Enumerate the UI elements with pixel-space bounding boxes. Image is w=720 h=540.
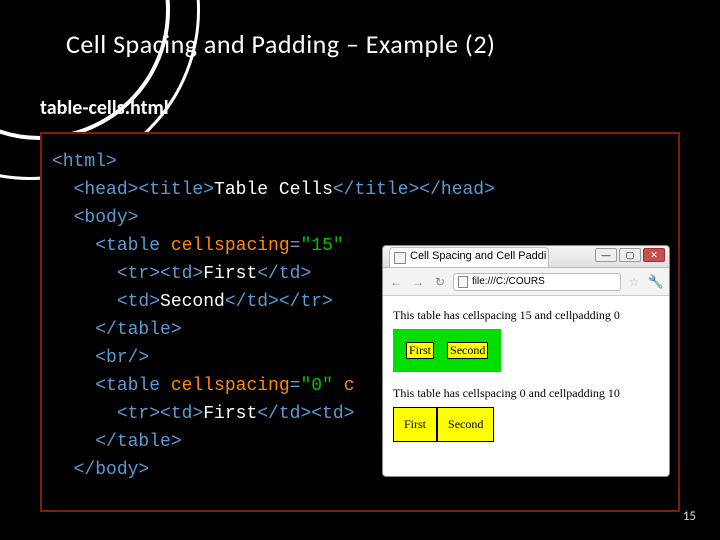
demo-cell: Second <box>437 407 494 442</box>
code-str: "0" <box>300 376 332 396</box>
settings-icon[interactable]: 🔧 <box>647 273 665 291</box>
code-tag: <head><title> <box>74 180 214 200</box>
code-tag: <tr><td> <box>117 264 203 284</box>
table-row: First Second <box>406 342 488 359</box>
slide-title: Cell Spacing and Padding – Example (2) <box>66 28 495 60</box>
code-tag: <body> <box>74 208 139 228</box>
browser-tab[interactable]: Cell Spacing and Cell Paddi <box>389 247 549 267</box>
code-tag: <tr><td> <box>117 404 203 424</box>
demo-cell: First <box>406 342 434 359</box>
code-attr: cellspacing <box>171 236 290 256</box>
code-text: Table Cells <box>214 180 333 200</box>
code-tag: </td><td> <box>257 404 354 424</box>
reload-icon[interactable]: ↻ <box>431 273 449 291</box>
browser-titlebar: Cell Spacing and Cell Paddi — ▢ ✕ <box>383 246 669 268</box>
close-button[interactable]: ✕ <box>643 248 665 262</box>
demo-table-spacing-0: First Second <box>393 407 494 442</box>
code-tag: <td> <box>117 292 160 312</box>
demo-table-spacing-15: First Second <box>393 329 501 372</box>
code-eq: = <box>290 376 301 396</box>
demo-cell: First <box>393 407 437 442</box>
back-icon[interactable]: ← <box>387 273 405 291</box>
file-icon <box>458 276 468 288</box>
code-tag: <br/> <box>95 348 149 368</box>
table-row: First Second <box>393 407 494 442</box>
code-tag: </title></head> <box>333 180 495 200</box>
code-tag: <table <box>95 236 171 256</box>
code-tag: <html> <box>52 152 117 172</box>
forward-icon[interactable]: → <box>409 273 427 291</box>
address-text: file:///C:/COURS <box>472 276 545 287</box>
code-text: Second <box>160 292 225 312</box>
code-tag: </body> <box>74 460 150 480</box>
browser-tab-title: Cell Spacing and Cell Paddi <box>410 250 546 262</box>
address-bar[interactable]: file:///C:/COURS <box>453 273 621 291</box>
code-tag: <table <box>95 376 171 396</box>
slide-subtitle: table-cells.html <box>40 96 169 120</box>
minimize-button[interactable]: — <box>595 248 617 262</box>
demo-caption-1: This table has cellspacing 15 and cellpa… <box>393 308 659 323</box>
code-tag: </table> <box>95 432 181 452</box>
bookmark-icon[interactable]: ☆ <box>625 273 643 291</box>
code-tag: </td></tr> <box>225 292 333 312</box>
demo-cell: Second <box>447 342 488 359</box>
page-number: 15 <box>683 509 696 524</box>
browser-toolbar: ← → ↻ file:///C:/COURS ☆ 🔧 <box>383 268 669 296</box>
code-text: First <box>203 264 257 284</box>
code-tag: </td> <box>257 264 311 284</box>
code-eq: = <box>290 236 301 256</box>
code-attr: c <box>333 376 355 396</box>
code-attr: cellspacing <box>171 376 290 396</box>
code-tag: </table> <box>95 320 181 340</box>
window-buttons: — ▢ ✕ <box>595 248 665 262</box>
code-str: "15" <box>300 236 343 256</box>
browser-viewport: This table has cellspacing 15 and cellpa… <box>383 296 669 454</box>
demo-caption-2: This table has cellspacing 0 and cellpad… <box>393 386 659 401</box>
code-text: First <box>203 404 257 424</box>
browser-window: Cell Spacing and Cell Paddi — ▢ ✕ ← → ↻ … <box>382 245 670 477</box>
maximize-button[interactable]: ▢ <box>619 248 641 262</box>
